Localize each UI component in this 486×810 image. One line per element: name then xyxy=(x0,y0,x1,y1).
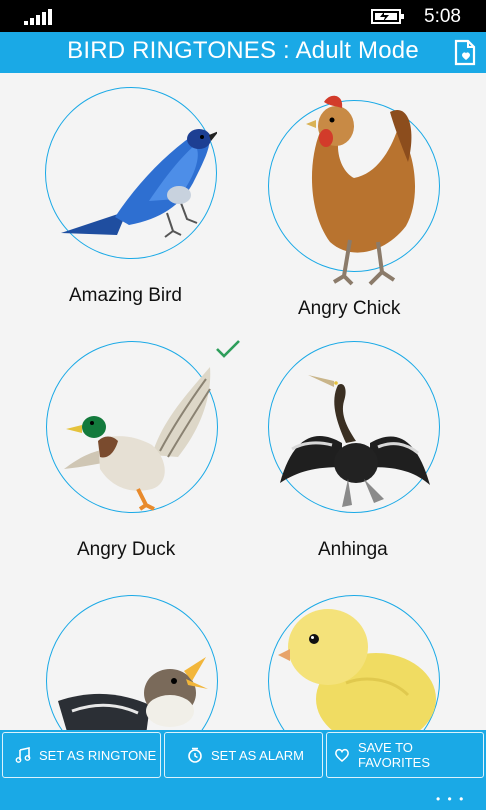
alarm-clock-icon xyxy=(188,747,202,763)
signal-strength-icon xyxy=(24,9,54,25)
bluebird-image xyxy=(61,129,217,238)
bird-tile[interactable] xyxy=(268,595,486,730)
battery-charging-icon xyxy=(371,8,405,25)
set-ringtone-label: SET AS RINGTONE xyxy=(39,747,157,763)
set-alarm-button[interactable]: SET AS ALARM xyxy=(164,732,323,778)
favorites-file-icon[interactable] xyxy=(453,39,479,67)
title-bar: BIRD RINGTONES : Adult Mode xyxy=(0,32,486,73)
duck-image xyxy=(64,367,211,511)
bird-tile[interactable]: Angry Chick xyxy=(268,95,486,350)
action-bar: SET AS RINGTONE SET AS ALARM SAVE TO FAV… xyxy=(0,730,486,786)
set-alarm-label: SET AS ALARM xyxy=(211,747,304,763)
save-to-favorites-label: SAVE TO FAVORITES xyxy=(358,740,430,770)
bird-tile[interactable]: Angry Duck xyxy=(46,340,266,591)
bird-name: Angry Chick xyxy=(298,298,401,319)
bird-tile[interactable]: Anhinga xyxy=(268,341,486,591)
bird-tile[interactable] xyxy=(46,595,266,730)
selected-check-icon xyxy=(216,340,240,358)
bird-name: Angry Duck xyxy=(77,539,176,560)
bird-name: Anhinga xyxy=(318,539,388,560)
status-bar: 5:08 xyxy=(0,0,486,32)
heart-icon xyxy=(335,748,349,762)
bird-name: Amazing Bird xyxy=(69,285,182,306)
page-title: BIRD RINGTONES : Adult Mode xyxy=(67,37,419,64)
app-bar-overflow: • • • xyxy=(0,786,486,810)
baby-bird-image xyxy=(58,657,208,730)
bird-tile[interactable]: Amazing Bird xyxy=(45,87,265,337)
hen-image xyxy=(306,95,416,286)
music-note-icon xyxy=(15,747,31,763)
anhinga-image xyxy=(280,375,430,507)
clock: 5:08 xyxy=(424,6,461,27)
ringtone-grid: Amazing Bird Angry Chick Angry Duck Anhi… xyxy=(0,73,486,730)
save-to-favorites-button[interactable]: SAVE TO FAVORITES xyxy=(326,732,484,778)
set-ringtone-button[interactable]: SET AS RINGTONE xyxy=(2,732,161,778)
more-options-button[interactable]: • • • xyxy=(436,792,465,806)
chick-image xyxy=(278,609,436,730)
